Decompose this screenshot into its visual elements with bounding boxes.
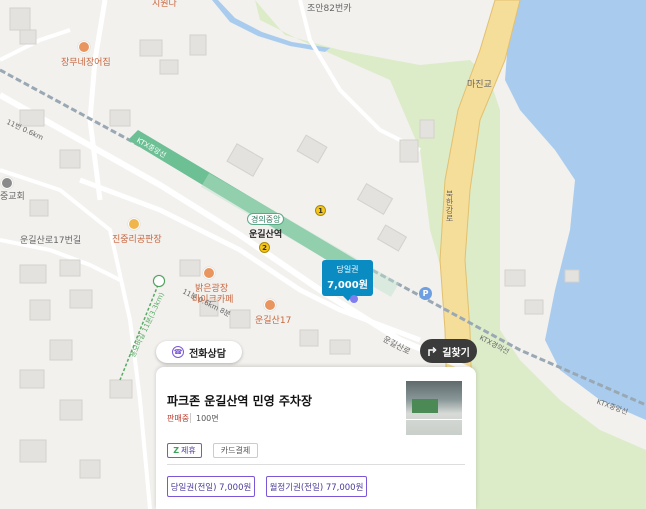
turn-right-icon: [428, 346, 437, 356]
shop-icon[interactable]: [128, 218, 140, 230]
map-label-address: 조안82번카: [307, 4, 352, 14]
monthly-ticket-button[interactable]: 월정기권(전일) 77,000원: [266, 476, 367, 497]
phone-icon: ☎: [172, 346, 185, 358]
church-icon[interactable]: [1, 177, 13, 189]
price-tag-price: 7,000원: [327, 280, 368, 291]
subway-line-badge[interactable]: 경의중앙: [247, 213, 285, 225]
partner-label: 제휴: [181, 446, 196, 455]
price-tag-label: 당일권: [336, 265, 359, 274]
divider: [190, 413, 191, 423]
partner-chip: Z 제휴: [167, 443, 202, 458]
map-label-highway: 북한강로: [445, 190, 454, 222]
map-label-church: 중교회: [0, 192, 25, 202]
building-icon[interactable]: [264, 299, 276, 311]
sale-status: 판매중: [167, 414, 190, 423]
parking-photo[interactable]: [406, 381, 462, 435]
exit-2-badge[interactable]: 2: [259, 242, 270, 253]
station-name[interactable]: 운길산역: [249, 227, 282, 240]
map-label-road-17: 운길산로17번길: [20, 236, 82, 246]
photo-line: [406, 419, 462, 420]
parking-title[interactable]: 파크존 운길산역 민영 주차장: [167, 392, 312, 409]
card-payment-chip: 카드결제: [213, 443, 258, 458]
poi-jinjung[interactable]: 진중리공판장: [112, 232, 162, 245]
call-consult-button[interactable]: ☎ 전화상담: [156, 341, 242, 363]
day-ticket-button[interactable]: 당일권(전일) 7,000원: [167, 476, 255, 497]
photo-detail: [412, 399, 438, 413]
poi-unkil17[interactable]: 운길산17: [255, 313, 291, 326]
cafe-icon[interactable]: [203, 267, 215, 279]
signpost-icon[interactable]: [153, 275, 165, 287]
price-tag-marker[interactable]: 당일권 7,000원: [322, 260, 373, 301]
card-divider: [167, 464, 465, 465]
directions-label: 길찾기: [442, 347, 470, 359]
map-label-top-cut: 지원다: [152, 0, 177, 9]
parking-info-card[interactable]: 파크존 운길산역 민영 주차장 판매중 100면 Z 제휴 카드결제 당일권(전…: [156, 367, 476, 509]
partner-icon: Z: [173, 446, 180, 455]
call-consult-label: 전화상담: [189, 348, 226, 360]
exit-1-badge[interactable]: 1: [315, 205, 326, 216]
restaurant-icon[interactable]: [78, 41, 90, 53]
location-dot: [350, 295, 358, 303]
poi-balgeun-2[interactable]: 바이크카페: [192, 292, 233, 305]
poi-restaurant[interactable]: 장무네장어집: [61, 55, 111, 68]
parking-icon[interactable]: P: [419, 287, 432, 300]
map-label-majin-bridge: 마진교: [467, 80, 492, 90]
space-count: 100면: [196, 414, 219, 423]
directions-button[interactable]: 길찾기: [420, 339, 477, 363]
